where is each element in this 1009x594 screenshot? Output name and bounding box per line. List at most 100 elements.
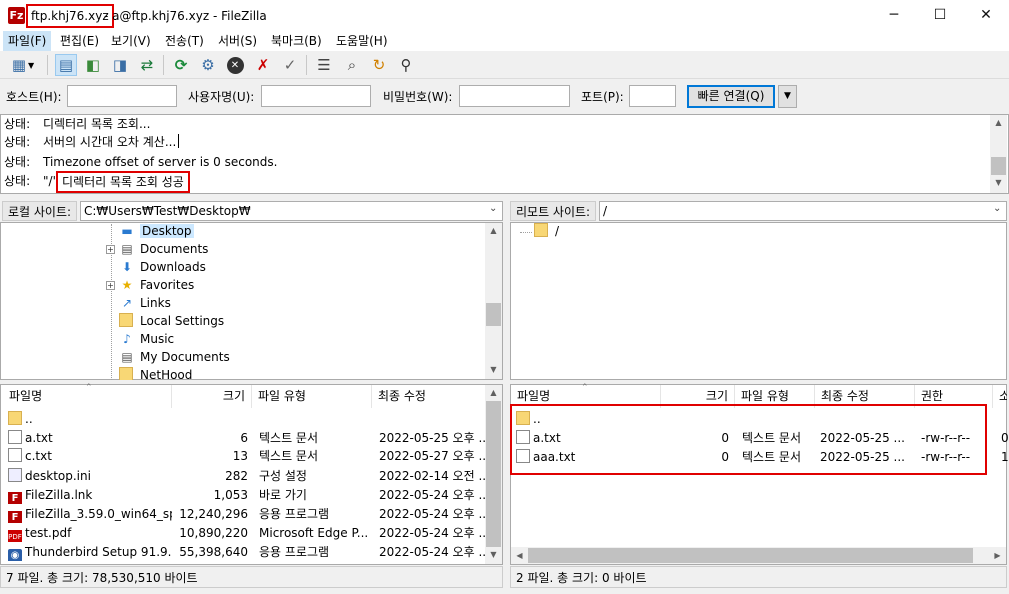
pdf-icon: PDF (8, 530, 22, 542)
password-input[interactable] (459, 85, 570, 107)
remote-site-label: 리모트 사이트: (510, 201, 597, 221)
column-size[interactable]: 크기 (172, 385, 252, 408)
column-filename[interactable]: 파일명 (3, 385, 172, 408)
remote-files-highlight (510, 404, 987, 475)
scroll-down-icon[interactable]: ▼ (485, 365, 502, 374)
toolbar-separator (306, 55, 307, 75)
port-input[interactable] (629, 85, 676, 107)
minimize-button[interactable]: ─ (871, 0, 917, 31)
username-input[interactable] (261, 85, 371, 107)
documents-icon: ▤ (121, 350, 133, 364)
close-button[interactable]: ✕ (963, 0, 1009, 31)
scroll-up-icon[interactable]: ▲ (485, 388, 502, 397)
toolbar-separator (47, 55, 48, 75)
local-tree-scrollbar-thumb[interactable] (486, 303, 501, 326)
table-row[interactable]: F FileZilla.lnk 1,053 바로 가기 2022-05-24 오후 ..… (3, 486, 489, 504)
refresh-icon[interactable]: ⟳ (170, 54, 192, 76)
toolbar-separator (163, 55, 164, 75)
tree-item-my-documents[interactable]: ▤ My Documents (118, 348, 229, 366)
local-path-input[interactable]: C:₩Users₩Test₩Desktop₩ (80, 201, 503, 221)
menu-edit[interactable]: 편집(E) (55, 31, 104, 51)
table-row[interactable]: PDF test.pdf 10,890,220 Microsoft Edge P...… (3, 524, 489, 542)
tree-item-desktop[interactable]: ▬ Desktop (118, 222, 194, 240)
sync-browse-icon[interactable]: ↻ (368, 54, 390, 76)
reconnect-icon[interactable]: ✓ (279, 54, 301, 76)
toggle-queue-icon[interactable]: ⇄ (136, 54, 158, 76)
tree-item-favorites[interactable]: ★ Favorites (118, 276, 195, 294)
tree-item-root[interactable]: / (533, 222, 559, 240)
tree-item-downloads[interactable]: ⬇ Downloads (118, 258, 206, 276)
table-row[interactable]: a.txt 6 텍스트 문서 2022-05-25 오후 ... (3, 429, 489, 447)
menu-server[interactable]: 서버(S) (213, 31, 262, 51)
menu-view[interactable]: 보기(V) (106, 31, 156, 51)
expand-icon[interactable]: + (106, 245, 115, 254)
log-line: 상태: 디렉터리 목록 조회... (4, 117, 151, 131)
directory-filter-icon[interactable]: ☰ (313, 54, 335, 76)
local-path-chevron-down-icon[interactable]: ⌄ (489, 203, 497, 214)
folder-icon (118, 366, 136, 380)
links-icon: ↗ (121, 296, 133, 310)
remote-directory-tree (510, 222, 1007, 380)
documents-icon: ▤ (121, 242, 133, 256)
quickconnect-history-chevron-icon[interactable]: ▼ (778, 85, 797, 108)
scroll-down-icon[interactable]: ▼ (485, 550, 502, 559)
folder-icon (8, 411, 22, 425)
log-line: 상태: Timezone offset of server is 0 second… (4, 155, 278, 169)
column-modified[interactable]: 최종 수정 (372, 385, 492, 408)
filezilla-icon: F (8, 511, 22, 523)
host-input[interactable] (67, 85, 177, 107)
tree-item-nethood[interactable]: NetHood (118, 366, 192, 380)
tree-item-documents[interactable]: ▤ Documents (118, 240, 208, 258)
disconnect-icon[interactable]: ✗ (252, 54, 274, 76)
toggle-local-tree-icon[interactable]: ◧ (82, 54, 104, 76)
remote-path-chevron-down-icon[interactable]: ⌄ (993, 203, 1001, 214)
scroll-up-icon[interactable]: ▲ (485, 226, 502, 235)
cancel-icon[interactable]: ✕ (224, 54, 246, 76)
quickconnect-button[interactable]: 빠른 연결(Q) (687, 85, 775, 108)
menu-help[interactable]: 도움말(H) (331, 31, 393, 51)
scroll-right-icon[interactable]: ▶ (989, 551, 1006, 560)
port-label: 포트(P): (581, 90, 624, 104)
site-manager-icon[interactable]: ▦ ▼ (5, 54, 41, 76)
local-site-label: 로컬 사이트: (2, 201, 78, 221)
password-label: 비밀번호(W): (383, 90, 453, 104)
search-icon[interactable]: ⚲ (395, 54, 417, 76)
table-row[interactable]: c.txt 13 텍스트 문서 2022-05-27 오후 ... (3, 447, 489, 465)
scroll-up-icon[interactable]: ▲ (990, 118, 1007, 127)
table-row[interactable]: desktop.ini 282 구성 설정 2022-02-14 오전 ... (3, 467, 489, 485)
table-row[interactable]: ◉ Thunderbird Setup 91.9.... 55,398,640 응용 … (3, 543, 489, 561)
music-icon: ♪ (123, 332, 131, 346)
local-list-scrollbar-thumb[interactable] (486, 401, 501, 547)
column-type[interactable]: 파일 유형 (252, 385, 372, 408)
log-line: 상태: 서버의 시간대 오차 계산... (4, 133, 180, 151)
scroll-down-icon[interactable]: ▼ (990, 178, 1007, 187)
column-owner[interactable]: 소 (993, 385, 1007, 408)
username-label: 사용자명(U): (188, 90, 255, 104)
local-tree-scrollbar[interactable] (485, 223, 502, 379)
host-label: 호스트(H): (6, 90, 62, 104)
compare-icon[interactable]: ⌕ (341, 54, 363, 76)
process-queue-icon[interactable]: ⚙ (197, 54, 219, 76)
filezilla-app-icon: Fz (8, 7, 25, 24)
tree-item-local-settings[interactable]: Local Settings (118, 312, 224, 330)
remote-list-hscrollbar-thumb[interactable] (528, 548, 973, 563)
menu-file[interactable]: 파일(F) (3, 31, 52, 51)
expand-icon[interactable]: + (106, 281, 115, 290)
log-scrollbar-thumb[interactable] (991, 157, 1006, 175)
maximize-button[interactable]: ☐ (917, 0, 963, 31)
remote-path-input[interactable]: / (599, 201, 1007, 221)
menu-bookmarks[interactable]: 북마크(B) (266, 31, 327, 51)
local-status-bar: 7 파일. 총 크기: 78,530,510 바이트 (0, 566, 503, 588)
table-row[interactable]: F FileZilla_3.59.0_win64_sp... 12,240,296 응… (3, 505, 489, 523)
remote-status-bar: 2 파일. 총 크기: 0 바이트 (510, 566, 1007, 588)
table-row[interactable]: .. (3, 410, 488, 428)
pane-splitter[interactable] (504, 200, 509, 590)
scroll-left-icon[interactable]: ◀ (511, 551, 528, 560)
toggle-remote-tree-icon[interactable]: ◨ (109, 54, 131, 76)
toggle-log-icon[interactable]: ▤ (55, 54, 77, 76)
menu-transfer[interactable]: 전송(T) (160, 31, 209, 51)
tree-item-links[interactable]: ↗ Links (118, 294, 171, 312)
folder-icon (118, 312, 136, 330)
tree-item-music[interactable]: ♪ Music (118, 330, 174, 348)
local-directory-tree (0, 222, 503, 380)
